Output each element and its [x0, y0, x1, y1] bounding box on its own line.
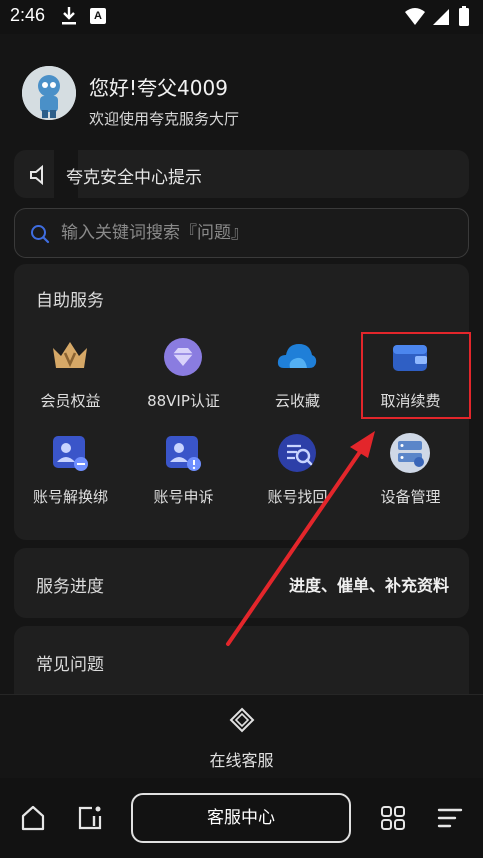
annotation-arrow [226, 431, 375, 646]
